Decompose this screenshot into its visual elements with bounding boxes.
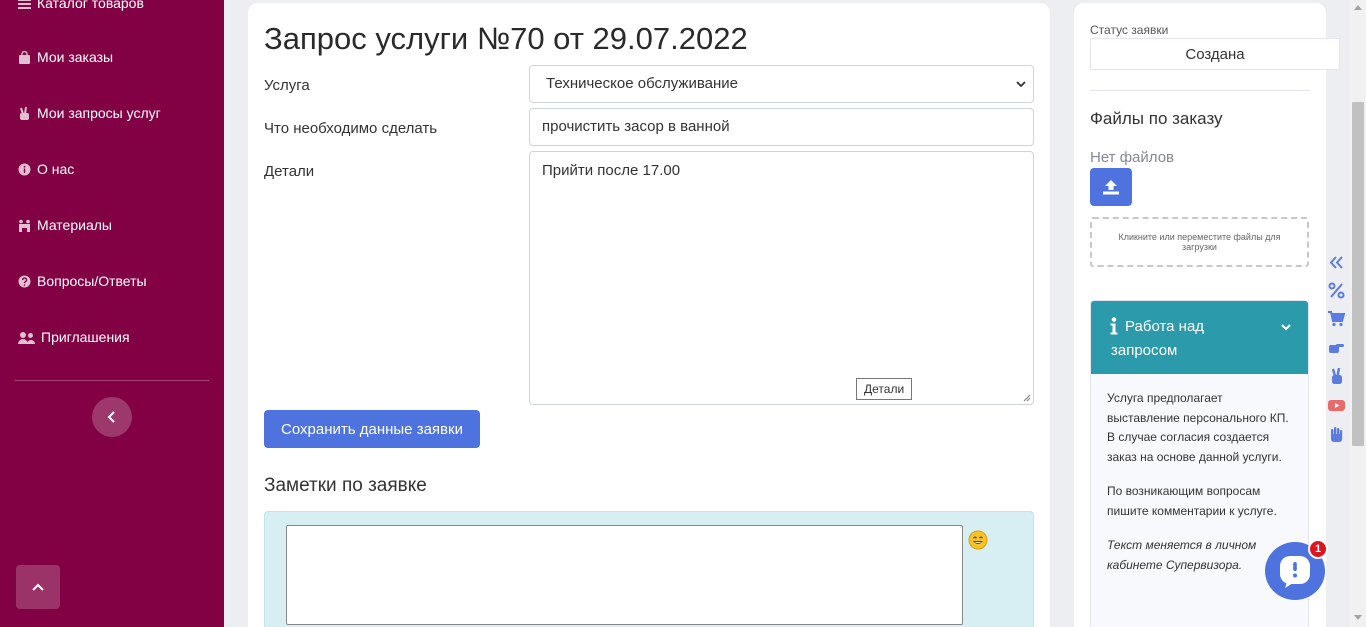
sidebar-item-label: Каталог товаров — [37, 0, 144, 11]
scroll-up-arrow-icon[interactable] — [1354, 4, 1362, 10]
sidebar-item-materials[interactable]: Материалы — [18, 215, 112, 235]
sidebar-item-label: Вопросы/Ответы — [37, 273, 147, 289]
hand-pointer-icon[interactable] — [1326, 337, 1346, 357]
sidebar-divider — [15, 380, 209, 381]
status-label: Статус заявки — [1090, 23, 1169, 37]
sidebar-item-label: Мои заказы — [37, 49, 114, 65]
request-card: Запрос услуги №70 от 29.07.2022 Услуга Т… — [248, 3, 1050, 627]
hand-paper-icon[interactable] — [1326, 424, 1346, 444]
todo-label: Что необходимо сделать — [264, 120, 438, 137]
service-select-value: Техническое обслуживание — [546, 75, 738, 92]
sidebar-item-label: Мои запросы услуг — [37, 105, 161, 121]
info-circle-icon — [18, 163, 31, 176]
sidebar-item-catalog[interactable]: Каталог товаров — [18, 0, 144, 13]
sidebar-item-faq[interactable]: Вопросы/Ответы — [18, 271, 147, 291]
shopping-bag-icon — [18, 50, 31, 64]
notes-panel — [264, 511, 1034, 627]
service-select[interactable]: Техническое обслуживание — [529, 65, 1034, 103]
percent-icon[interactable] — [1326, 280, 1346, 300]
sidebar-collapse-button[interactable] — [92, 397, 132, 437]
info-card-title: Работа над запросом — [1111, 318, 1205, 359]
question-circle-icon — [18, 275, 31, 288]
list-icon — [18, 0, 31, 10]
sidebar-item-service-requests[interactable]: Мои запросы услуг — [18, 103, 161, 123]
user-friends-icon — [18, 331, 35, 344]
resize-grip-icon[interactable] — [1022, 393, 1031, 402]
chevron-left-icon — [107, 411, 115, 423]
file-dropzone[interactable]: Кликните или переместите файлы для загру… — [1090, 217, 1309, 267]
info-paragraph: По возникающим вопросам пишите комментар… — [1107, 484, 1277, 518]
page-title: Запрос услуги №70 от 29.07.2022 — [264, 21, 748, 56]
chevron-up-icon — [32, 583, 44, 591]
cart-icon[interactable] — [1326, 308, 1346, 328]
notes-title: Заметки по заявке — [264, 475, 427, 496]
details-text: Прийти после 17.00 — [542, 162, 681, 179]
status-value: Создана — [1090, 38, 1340, 70]
hand-peace-icon[interactable] — [1326, 366, 1346, 386]
sidebar-item-label: О нас — [37, 161, 75, 177]
details-label: Детали — [264, 163, 315, 180]
chat-notification-badge: 1 — [1308, 539, 1328, 559]
sidebar: Каталог товаров Мои заказы Мои запросы у… — [0, 0, 224, 627]
youtube-icon[interactable] — [1326, 395, 1346, 415]
sidebar-card: Статус заявки Создана Файлы по заказу Не… — [1074, 3, 1340, 627]
todo-input[interactable]: прочистить засор в ванной — [529, 108, 1034, 146]
no-files-text: Нет файлов — [1090, 149, 1175, 166]
info-paragraph: Услуга предполагает выставление персонал… — [1107, 391, 1289, 464]
upload-icon — [1103, 180, 1119, 195]
scroll-down-arrow-icon[interactable] — [1354, 615, 1362, 621]
double-chevron-left-icon[interactable] — [1326, 252, 1346, 272]
sidebar-item-orders[interactable]: Мои заказы — [18, 47, 113, 67]
divider — [1090, 90, 1310, 91]
notes-textarea[interactable] — [286, 525, 963, 625]
chat-icon — [1280, 556, 1310, 588]
details-textarea[interactable]: Прийти после 17.00 — [529, 151, 1034, 405]
sidebar-item-invitations[interactable]: Приглашения — [18, 327, 130, 347]
sidebar-item-about[interactable]: О нас — [18, 159, 74, 179]
save-request-button[interactable]: Сохранить данные заявки — [264, 410, 480, 448]
emoji-icon[interactable] — [968, 530, 988, 550]
upload-button[interactable] — [1090, 168, 1132, 206]
sidebar-item-label: Приглашения — [41, 329, 130, 345]
scroll-to-top-button[interactable] — [16, 565, 60, 609]
files-title: Файлы по заказу — [1090, 109, 1223, 128]
scrollbar-thumb[interactable] — [1352, 102, 1364, 446]
service-label: Услуга — [264, 77, 310, 94]
info-card-header[interactable]: Работа над запросом — [1091, 301, 1308, 374]
chevron-down-icon — [1016, 81, 1026, 88]
hand-peace-icon — [18, 106, 31, 120]
people-carry-icon — [18, 219, 31, 232]
chevron-down-icon[interactable] — [1280, 321, 1292, 333]
sidebar-item-label: Материалы — [37, 217, 112, 233]
details-tooltip: Детали — [856, 378, 913, 400]
